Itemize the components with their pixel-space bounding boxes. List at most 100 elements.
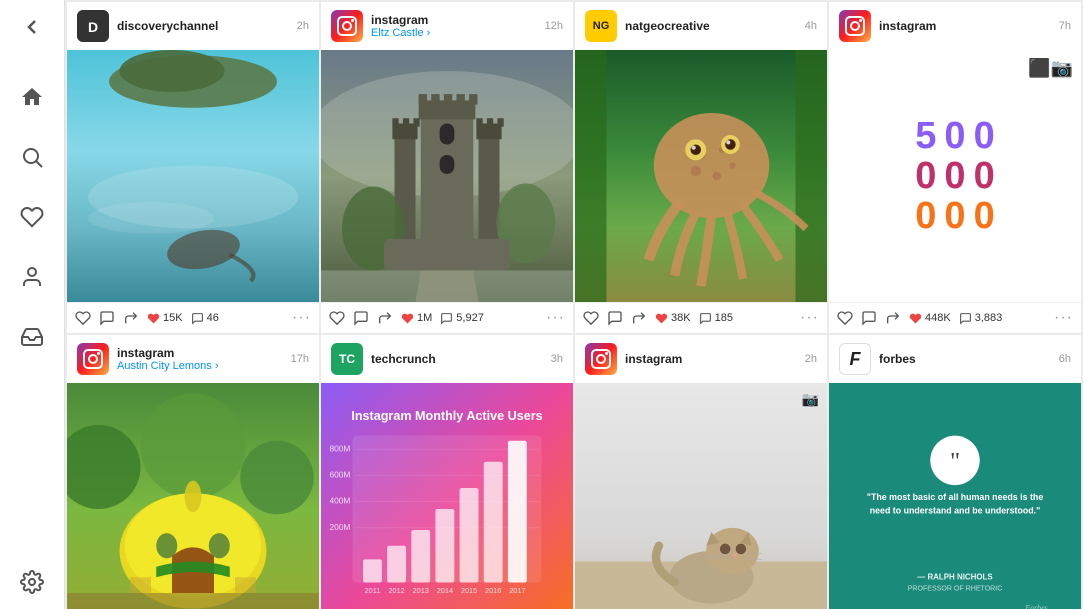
avatar-instagram <box>331 10 363 42</box>
avatar-discoverychannel: D <box>77 10 109 42</box>
card-footer: 448K 3,883 ··· <box>829 302 1081 333</box>
card-instagram-lemon: instagram Austin City Lemons 17h <box>67 335 319 609</box>
more-button[interactable]: ··· <box>1054 309 1073 327</box>
account-name: instagram <box>879 19 1051 33</box>
back-button[interactable] <box>17 12 47 42</box>
svg-text:2011: 2011 <box>365 586 381 595</box>
card-header: instagram 2h <box>575 335 827 383</box>
post-image[interactable]: 📷 <box>575 383 827 609</box>
header-info: techcrunch <box>371 352 543 366</box>
avatar-natgeo: NG <box>585 10 617 42</box>
like-button[interactable] <box>583 310 599 326</box>
comment-count: 3,883 <box>959 312 1003 325</box>
person-icon[interactable] <box>17 262 47 292</box>
account-name: instagram <box>117 346 283 360</box>
header-info: forbes <box>879 352 1051 366</box>
svg-text:2014: 2014 <box>437 586 453 595</box>
sidebar <box>0 0 65 609</box>
account-name: discoverychannel <box>117 19 289 33</box>
share-button[interactable] <box>885 310 901 326</box>
share-button[interactable] <box>377 310 393 326</box>
more-button[interactable]: ··· <box>800 309 819 327</box>
inbox-icon[interactable] <box>17 322 47 352</box>
post-image[interactable]: " "The most basic of all human needs is … <box>829 383 1081 609</box>
svg-text:Instagram Monthly Active Users: Instagram Monthly Active Users <box>351 409 542 423</box>
comment-count: 5,927 <box>440 312 484 325</box>
comment-count: 185 <box>699 312 733 325</box>
post-image[interactable]: Instagram Monthly Active Users 800M 600M… <box>321 383 573 609</box>
svg-text:": " <box>950 448 960 475</box>
search-icon[interactable] <box>17 142 47 172</box>
like-count: 15K <box>147 312 183 325</box>
svg-text:600M: 600M <box>329 470 350 480</box>
account-name: instagram <box>625 352 797 366</box>
like-count: 1M <box>401 312 432 325</box>
like-count: 38K <box>655 312 691 325</box>
feed-grid: D discoverychannel 2h <box>65 0 1083 609</box>
svg-text:Forbes: Forbes <box>1024 604 1048 609</box>
post-image[interactable]: ⬛📷 5 0 0 0 0 0 0 0 0 <box>829 50 1081 302</box>
header-info: instagram Austin City Lemons <box>117 346 283 372</box>
time-ago: 7h <box>1059 20 1071 32</box>
more-button[interactable]: ··· <box>546 309 565 327</box>
svg-text:— RALPH NICHOLS: — RALPH NICHOLS <box>917 573 992 582</box>
time-ago: 17h <box>291 353 309 365</box>
svg-text:2015: 2015 <box>461 586 477 595</box>
like-button[interactable] <box>75 310 91 326</box>
avatar-instagram <box>77 343 109 375</box>
card-instagram-castle: instagram Eltz Castle 12h <box>321 2 573 333</box>
header-info: instagram <box>879 19 1051 33</box>
post-image[interactable] <box>321 50 573 302</box>
account-name: forbes <box>879 352 1051 366</box>
post-image[interactable] <box>67 50 319 302</box>
like-button[interactable] <box>329 310 345 326</box>
post-image[interactable] <box>575 50 827 302</box>
time-ago: 2h <box>805 353 817 365</box>
comment-button[interactable] <box>353 310 369 326</box>
card-header: instagram 7h <box>829 2 1081 50</box>
avatar-instagram <box>585 343 617 375</box>
header-info: instagram <box>625 352 797 366</box>
card-instagram-cat: instagram 2h 📷 <box>575 335 827 609</box>
post-image[interactable] <box>67 383 319 609</box>
card-header: F forbes 6h <box>829 335 1081 383</box>
svg-text:2016: 2016 <box>485 586 501 595</box>
header-info: instagram Eltz Castle <box>371 13 537 39</box>
heart-icon[interactable] <box>17 202 47 232</box>
avatar-techcrunch: TC <box>331 343 363 375</box>
main-content: D discoverychannel 2h <box>65 0 1083 609</box>
gear-icon[interactable] <box>17 567 47 597</box>
card-instagram-500m: instagram 7h ⬛📷 5 0 0 0 0 0 <box>829 2 1081 333</box>
time-ago: 4h <box>805 20 817 32</box>
comment-button[interactable] <box>861 310 877 326</box>
card-header: instagram Eltz Castle 12h <box>321 2 573 50</box>
card-footer: 38K 185 ··· <box>575 302 827 333</box>
sub-title[interactable]: Austin City Lemons <box>117 360 283 372</box>
header-info: natgeocreative <box>625 19 797 33</box>
svg-text:200M: 200M <box>329 522 350 532</box>
comment-button[interactable] <box>607 310 623 326</box>
card-header: instagram Austin City Lemons 17h <box>67 335 319 383</box>
home-icon[interactable] <box>17 82 47 112</box>
share-button[interactable] <box>123 310 139 326</box>
more-button[interactable]: ··· <box>292 309 311 327</box>
time-ago: 2h <box>297 20 309 32</box>
account-name: instagram <box>371 13 537 27</box>
share-button[interactable] <box>631 310 647 326</box>
card-discoverychannel: D discoverychannel 2h <box>67 2 319 333</box>
card-natgeocreative: NG natgeocreative 4h <box>575 2 827 333</box>
card-footer: 1M 5,927 ··· <box>321 302 573 333</box>
camera-icon-overlay: 📷 <box>802 391 819 408</box>
card-header: NG natgeocreative 4h <box>575 2 827 50</box>
svg-text:400M: 400M <box>329 496 350 506</box>
card-header: D discoverychannel 2h <box>67 2 319 50</box>
svg-text:2017: 2017 <box>509 586 525 595</box>
time-ago: 3h <box>551 353 563 365</box>
like-count: 448K <box>909 312 951 325</box>
sub-title[interactable]: Eltz Castle <box>371 27 537 39</box>
like-button[interactable] <box>837 310 853 326</box>
camera-icon-overlay: ⬛📷 <box>1028 58 1073 79</box>
header-info: discoverychannel <box>117 19 289 33</box>
avatar-instagram <box>839 10 871 42</box>
comment-button[interactable] <box>99 310 115 326</box>
